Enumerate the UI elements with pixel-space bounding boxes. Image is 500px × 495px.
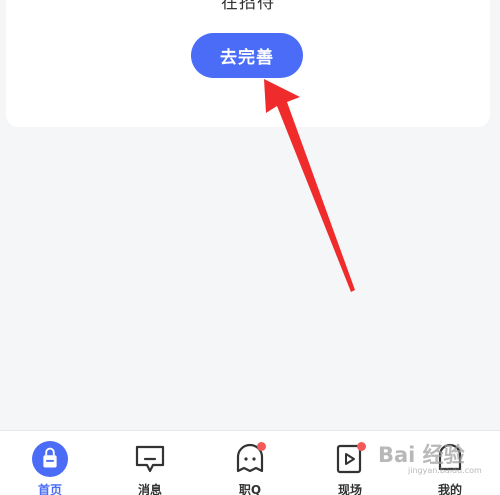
card-partial-text: 在招待 [221,0,275,13]
tab-live-label: 现场 [337,483,362,495]
profile-icon [432,441,468,477]
zhiq-badge [257,442,266,451]
ghost-icon [232,441,268,477]
tab-home-label: 首页 [37,483,62,495]
bottom-tab-bar: 首页 消息 职Q 现场 我的 [0,430,500,495]
complete-profile-button[interactable]: 去完善 [191,33,303,78]
tab-messages-label: 消息 [137,483,162,495]
tab-live[interactable]: 现场 [300,431,400,495]
app-screen: 在招待 去完善 首页 消息 职Q 现场 我的 Bai 经验 jingyan.ba… [0,0,500,495]
live-badge [357,442,366,451]
tab-profile[interactable]: 我的 [400,431,500,495]
play-icon [332,441,368,477]
tab-home[interactable]: 首页 [0,431,100,495]
profile-card: 在招待 去完善 [6,0,490,127]
tab-profile-label: 我的 [437,483,462,495]
home-bag-icon [32,441,68,477]
message-icon [132,441,168,477]
tab-zhiq-label: 职Q [238,483,262,495]
tab-zhiq[interactable]: 职Q [200,431,300,495]
tab-messages[interactable]: 消息 [100,431,200,495]
